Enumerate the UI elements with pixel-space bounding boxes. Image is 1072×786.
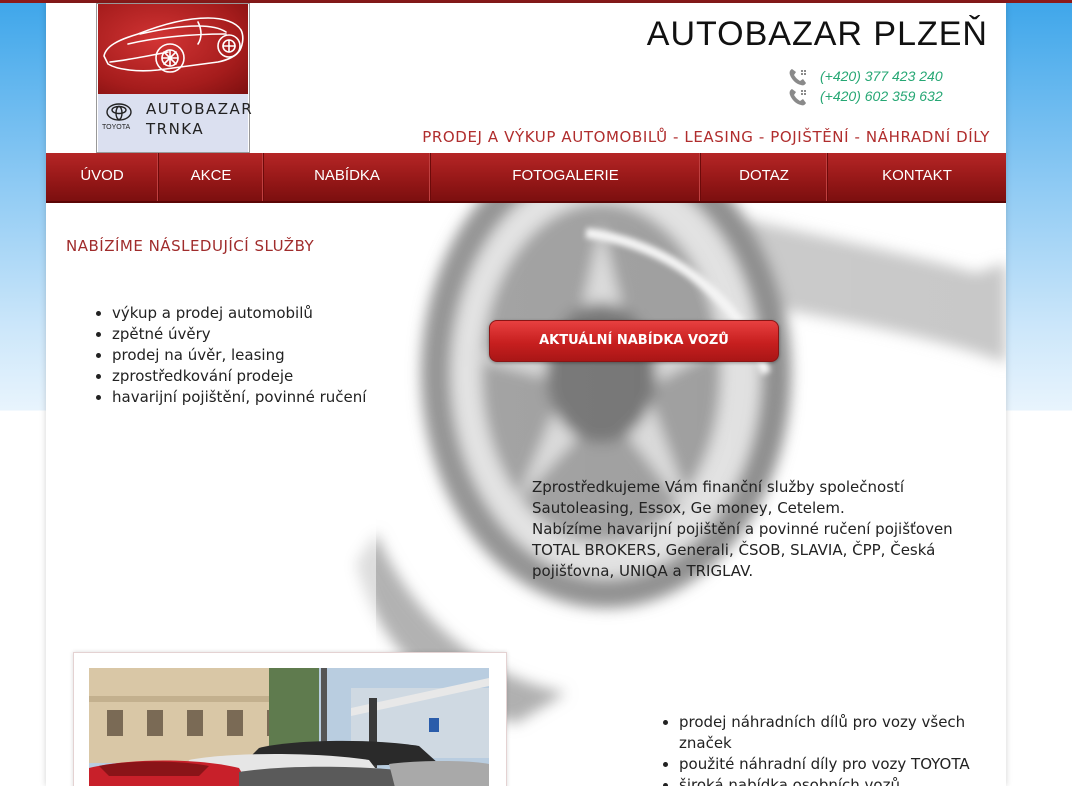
list-item: zprostředkování prodeje <box>112 366 366 387</box>
main-content: NABÍZÍME NÁSLEDUJÍCÍ SLUŽBY výkup a prod… <box>46 203 1006 786</box>
nav-item-uvod[interactable]: ÚVOD <box>46 153 159 201</box>
parts-list: prodej náhradních dílů pro vozy všech zn… <box>660 712 989 786</box>
nav-item-akce[interactable]: AKCE <box>159 153 264 201</box>
nav-item-fotogalerie[interactable]: FOTOGALERIE <box>431 153 701 201</box>
list-item: široká nabídka osobních vozů <box>679 775 989 786</box>
list-item: prodej na úvěr, leasing <box>112 345 366 366</box>
current-offer-button[interactable]: AKTUÁLNÍ NABÍDKA VOZŮ <box>489 320 779 362</box>
nav-item-kontakt[interactable]: KONTAKT <box>828 153 1006 201</box>
logo-line-2: TRNKA <box>146 120 205 138</box>
car-lot-photo[interactable] <box>89 668 489 786</box>
finance-paragraph-2: Nabízíme havarijní pojištění a povinné r… <box>532 520 953 580</box>
tagline: PRODEJ A VÝKUP AUTOMOBILŮ - LEASING - PO… <box>422 128 990 146</box>
list-item: použité náhradní díly pro vozy TOYOTA <box>679 754 989 775</box>
main-nav: ÚVOD AKCE NABÍDKA FOTOGALERIE DOTAZ KONT… <box>46 153 1006 203</box>
services-list: výkup a prodej automobilů zpětné úvěry p… <box>94 303 366 408</box>
toyota-emblem-icon <box>106 103 132 121</box>
toyota-wordmark: TOYOTA <box>102 124 131 131</box>
nav-item-nabidka[interactable]: NABÍDKA <box>264 153 431 201</box>
logo-text: AUTOBAZAR TRNKA <box>146 99 253 139</box>
list-item: zpětné úvěry <box>112 324 366 345</box>
list-item: prodej náhradních dílů pro vozy všech zn… <box>679 712 989 754</box>
photo-frame <box>73 652 507 786</box>
car-lot-image <box>89 668 489 786</box>
finance-text: Zprostředkujeme Vám finanční služby spol… <box>532 477 992 582</box>
list-item: výkup a prodej automobilů <box>112 303 366 324</box>
site-title: AUTOBAZAR PLZEŇ <box>646 15 988 53</box>
page-container: TOYOTA AUTOBAZAR TRNKA AUTOBAZAR PLZEŇ (… <box>46 3 1006 786</box>
phone-number-2[interactable]: (+420) 602 359 632 <box>820 88 943 104</box>
car-outline-icon <box>103 17 244 73</box>
site-logo[interactable]: TOYOTA AUTOBAZAR TRNKA <box>96 3 252 153</box>
phone-icon <box>789 89 806 106</box>
section-title: NABÍZÍME NÁSLEDUJÍCÍ SLUŽBY <box>66 237 315 255</box>
nav-item-dotaz[interactable]: DOTAZ <box>701 153 828 201</box>
finance-paragraph-1: Zprostředkujeme Vám finanční služby spol… <box>532 478 905 517</box>
list-item: havarijní pojištění, povinné ručení <box>112 387 366 408</box>
logo-line-1: AUTOBAZAR <box>146 100 254 118</box>
logo-brand-panel: TOYOTA AUTOBAZAR TRNKA <box>98 94 252 152</box>
phone-number-1[interactable]: (+420) 377 423 240 <box>820 68 943 84</box>
logo-car-panel <box>98 4 248 94</box>
phone-icon <box>789 69 806 86</box>
